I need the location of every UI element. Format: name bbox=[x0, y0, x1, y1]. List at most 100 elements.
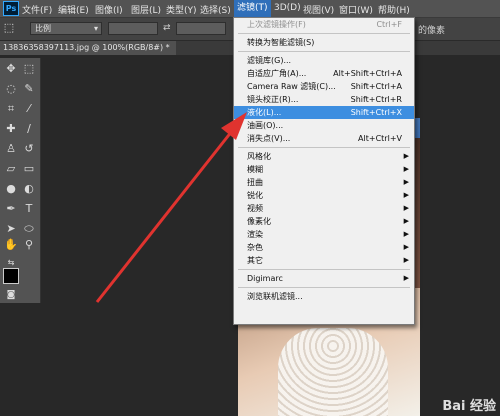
submenu-arrow-icon: ▶ bbox=[403, 230, 409, 238]
filter-menu-item[interactable]: 扭曲 ▶ bbox=[234, 176, 414, 189]
shape-tool-icon[interactable]: ⬭ bbox=[21, 222, 37, 236]
menu-image[interactable]: 图像(I) bbox=[95, 3, 123, 16]
filter-menu-item-label: 镜头校正(R)... bbox=[247, 95, 299, 104]
submenu-arrow-icon: ▶ bbox=[403, 165, 409, 173]
filter-menu-item-label: 杂色 bbox=[247, 243, 263, 252]
menu-layer[interactable]: 图层(L) bbox=[131, 3, 161, 16]
brush-tool-icon[interactable]: ∕ bbox=[21, 122, 37, 136]
move-tool-icon[interactable]: ✥ bbox=[3, 62, 19, 76]
menu-type[interactable]: 类型(Y) bbox=[166, 3, 197, 16]
filter-menu-item[interactable]: 锐化 ▶ bbox=[234, 189, 414, 202]
filter-menu-item-shortcut: Shift+Ctrl+A bbox=[350, 82, 402, 91]
height-field[interactable] bbox=[176, 22, 226, 35]
history-brush-icon[interactable]: ↺ bbox=[21, 142, 37, 156]
menu-help[interactable]: 帮助(H) bbox=[378, 3, 410, 16]
menu-window[interactable]: 窗口(W) bbox=[339, 3, 373, 16]
filter-menu-item[interactable]: Camera Raw 滤镜(C)... Shift+Ctrl+A bbox=[234, 80, 414, 93]
menu-separator bbox=[238, 147, 410, 148]
filter-menu-item-label: 消失点(V)... bbox=[247, 134, 291, 143]
blur-tool-icon[interactable]: ● bbox=[3, 182, 19, 196]
zoom-tool-icon[interactable]: ⚲ bbox=[21, 238, 37, 252]
lasso-tool-icon[interactable]: ◌ bbox=[3, 82, 19, 96]
filter-menu-item-label: 浏览联机滤镜... bbox=[247, 292, 303, 301]
submenu-arrow-icon: ▶ bbox=[403, 191, 409, 199]
menu-separator bbox=[238, 287, 410, 288]
foreground-color-swatch[interactable] bbox=[3, 268, 19, 284]
menu-edit[interactable]: 编辑(E) bbox=[58, 3, 89, 16]
menu-filter[interactable]: 滤镜(T) bbox=[234, 0, 271, 17]
swap-icon[interactable]: ⇄ bbox=[163, 23, 171, 33]
chevron-down-icon: ▾ bbox=[93, 24, 98, 33]
filter-menu-item-label: 其它 bbox=[247, 256, 263, 265]
tools-panel: ✥ ⬚ ◌ ✎ ⌗ ⁄ ✚ ∕ ♙ ↺ ▱ ▭ ● ◐ ✒ T ➤ ⬭ ✋ ⚲ … bbox=[0, 58, 41, 303]
menu-view[interactable]: 视图(V) bbox=[303, 3, 334, 16]
dodge-tool-icon[interactable]: ◐ bbox=[21, 182, 37, 196]
baidu-watermark: Bai 经验 bbox=[442, 399, 496, 414]
filter-menu-item-label: 模糊 bbox=[247, 165, 263, 174]
submenu-arrow-icon: ▶ bbox=[403, 217, 409, 225]
document-tab[interactable]: 13836358397113.jpg @ 100%(RGB/8#) * bbox=[0, 41, 176, 55]
filter-menu-item[interactable]: 渲染 ▶ bbox=[234, 228, 414, 241]
path-select-tool-icon[interactable]: ➤ bbox=[3, 222, 19, 236]
filter-menu-item[interactable]: 自适应广角(A)... Alt+Shift+Ctrl+A bbox=[234, 67, 414, 80]
filter-menu-item[interactable]: 油画(O)... bbox=[234, 119, 414, 132]
filter-menu-item-shortcut: Alt+Ctrl+V bbox=[358, 134, 402, 143]
filter-menu-item[interactable]: Digimarc ▶ bbox=[234, 272, 414, 285]
filter-menu: 上次滤镜操作(F) Ctrl+F 转换为智能滤镜(S) 滤镜库(G)... 自适应广角(… bbox=[233, 17, 415, 325]
menu-select[interactable]: 选择(S) bbox=[200, 3, 231, 16]
healing-tool-icon[interactable]: ✚ bbox=[3, 122, 19, 136]
filter-menu-item-shortcut: Ctrl+F bbox=[376, 20, 402, 29]
filter-menu-item[interactable]: 浏览联机滤镜... bbox=[234, 290, 414, 303]
menu-bar: Ps 文件(F) 编辑(E) 图像(I) 图层(L) 类型(Y) 选择(S) 滤… bbox=[0, 0, 500, 18]
stamp-tool-icon[interactable]: ♙ bbox=[3, 142, 19, 156]
filter-menu-item-label: 风格化 bbox=[247, 152, 271, 161]
filter-menu-item[interactable]: 杂色 ▶ bbox=[234, 241, 414, 254]
quick-select-tool-icon[interactable]: ✎ bbox=[21, 82, 37, 96]
menu-separator bbox=[238, 33, 410, 34]
filter-menu-item[interactable]: 滤镜库(G)... bbox=[234, 54, 414, 67]
filter-menu-item-label: 转换为智能滤镜(S) bbox=[247, 38, 315, 47]
filter-menu-item[interactable]: 其它 ▶ bbox=[234, 254, 414, 267]
filter-menu-item[interactable]: 模糊 ▶ bbox=[234, 163, 414, 176]
gradient-tool-icon[interactable]: ▭ bbox=[21, 162, 37, 176]
menu-file[interactable]: 文件(F) bbox=[22, 3, 52, 16]
filter-menu-item-label: Digimarc bbox=[247, 274, 283, 283]
submenu-arrow-icon: ▶ bbox=[403, 274, 409, 282]
filter-menu-item[interactable]: 消失点(V)... Alt+Ctrl+V bbox=[234, 132, 414, 145]
submenu-arrow-icon: ▶ bbox=[403, 204, 409, 212]
filter-menu-item[interactable]: 风格化 ▶ bbox=[234, 150, 414, 163]
menu-separator bbox=[238, 269, 410, 270]
filter-menu-item-label: 上次滤镜操作(F) bbox=[247, 20, 306, 29]
filter-menu-item-shortcut: Shift+Ctrl+X bbox=[350, 108, 402, 117]
menu-3d[interactable]: 3D(D) bbox=[274, 3, 301, 13]
pen-tool-icon[interactable]: ✒ bbox=[3, 202, 19, 216]
submenu-arrow-icon: ▶ bbox=[403, 178, 409, 186]
marquee-tool-icon[interactable]: ⬚ bbox=[21, 62, 37, 76]
crop-tool-icon[interactable]: ⌗ bbox=[3, 102, 19, 116]
options-right-text: 的像素 bbox=[418, 26, 446, 36]
hand-tool-icon[interactable]: ✋ bbox=[3, 238, 19, 252]
eyedropper-tool-icon[interactable]: ⁄ bbox=[21, 102, 37, 116]
filter-menu-item[interactable]: 液化(L)... Shift+Ctrl+X bbox=[234, 106, 414, 119]
style-select-value: 比例 bbox=[35, 24, 51, 33]
eraser-tool-icon[interactable]: ▱ bbox=[3, 162, 19, 176]
filter-menu-item-label: 视频 bbox=[247, 204, 263, 213]
type-tool-icon[interactable]: T bbox=[21, 202, 37, 216]
quick-mask-icon[interactable]: ◙ bbox=[3, 288, 19, 302]
filter-menu-item-label: 自适应广角(A)... bbox=[247, 69, 307, 78]
filter-menu-item-label: 像素化 bbox=[247, 217, 271, 226]
filter-menu-item-label: 滤镜库(G)... bbox=[247, 56, 292, 65]
submenu-arrow-icon: ▶ bbox=[403, 152, 409, 160]
filter-menu-item[interactable]: 视频 ▶ bbox=[234, 202, 414, 215]
style-select[interactable]: 比例 ▾ bbox=[30, 22, 102, 35]
submenu-arrow-icon: ▶ bbox=[403, 256, 409, 264]
photoshop-logo: Ps bbox=[3, 1, 19, 16]
filter-menu-item[interactable]: 镜头校正(R)... Shift+Ctrl+R bbox=[234, 93, 414, 106]
filter-menu-item-label: 液化(L)... bbox=[247, 108, 282, 117]
image-knit-collar bbox=[278, 328, 388, 416]
width-field[interactable] bbox=[108, 22, 158, 35]
filter-menu-item[interactable]: 转换为智能滤镜(S) bbox=[234, 36, 414, 49]
filter-menu-item[interactable]: 像素化 ▶ bbox=[234, 215, 414, 228]
marquee-tool-icon: ⬚ bbox=[3, 21, 15, 34]
filter-menu-item: 上次滤镜操作(F) Ctrl+F bbox=[234, 18, 414, 31]
